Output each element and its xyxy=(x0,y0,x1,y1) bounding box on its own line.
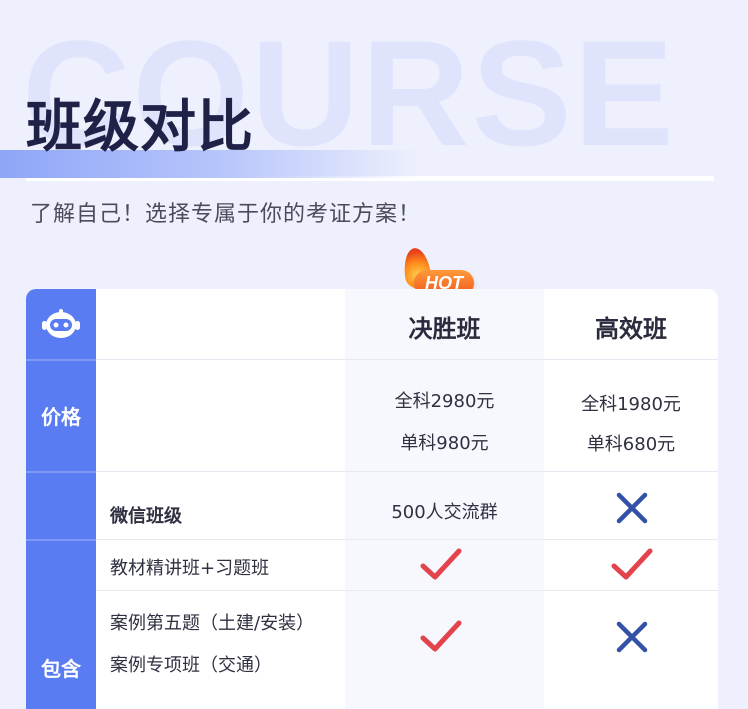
category-divider xyxy=(26,539,96,541)
column-header-plan-b: 高效班 xyxy=(595,315,667,343)
feature-wechat-group: 微信班级 xyxy=(110,506,182,527)
robot-icon xyxy=(42,309,80,338)
check-icon xyxy=(420,620,462,652)
feature-case-special-class: 案例专项班（交通） xyxy=(110,655,272,676)
page-title: 班级对比 xyxy=(26,95,254,160)
check-icon xyxy=(420,548,462,580)
check-icon xyxy=(611,548,653,580)
cross-icon xyxy=(616,492,648,524)
feature-case-question-five: 案例第五题（土建/安装） xyxy=(110,613,315,634)
plan-a-wechat-value: 500人交流群 xyxy=(391,502,498,523)
plan-a-price-single: 单科980元 xyxy=(400,433,489,454)
row-divider xyxy=(96,590,718,591)
column-header-plan-a: 决胜班 xyxy=(408,315,481,343)
row-divider xyxy=(96,471,718,472)
row-divider xyxy=(96,539,718,540)
included-label: 包含 xyxy=(41,657,81,681)
plan-a-price-full: 全科2980元 xyxy=(394,391,495,412)
plan-b-price-full: 全科1980元 xyxy=(581,394,681,415)
cross-icon xyxy=(616,621,648,653)
price-label: 价格 xyxy=(41,405,81,429)
category-column xyxy=(26,289,96,709)
category-divider xyxy=(26,359,96,361)
category-divider xyxy=(26,471,96,473)
page-subtitle: 了解自己！选择专属于你的考证方案！ xyxy=(30,202,422,227)
comparison-table: 决胜班 高效班 价格 全科2980元 单科980元 全科1980元 单科680元… xyxy=(26,289,718,709)
row-divider xyxy=(96,359,718,360)
feature-textbook-class: 教材精讲班+习题班 xyxy=(110,558,270,579)
plan-b-price-single: 单科680元 xyxy=(586,434,676,455)
